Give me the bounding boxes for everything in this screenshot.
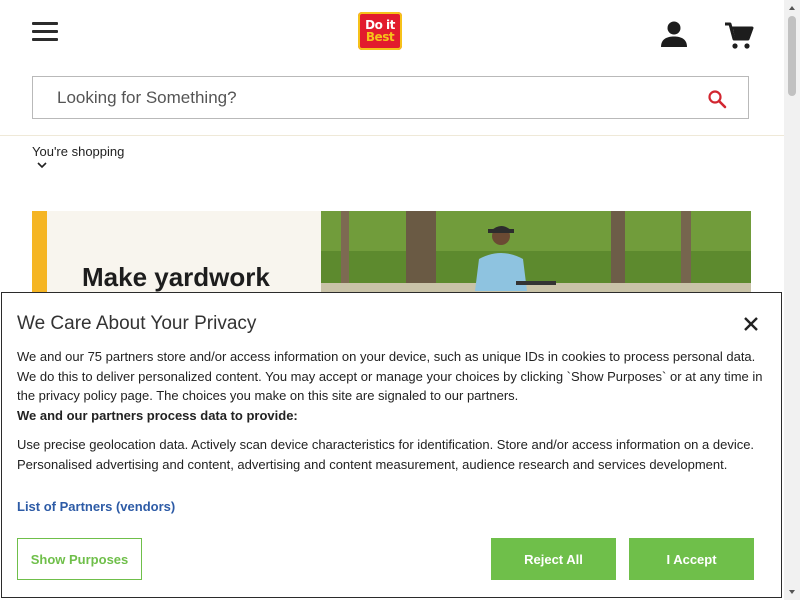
hero-photo-illustration [321,211,751,301]
cart-icon[interactable] [724,22,754,50]
show-purposes-button[interactable]: Show Purposes [17,538,142,580]
accept-button[interactable]: I Accept [629,538,754,580]
header-divider [0,135,784,136]
partners-list-link[interactable]: List of Partners (vendors) [17,499,175,514]
logo-line-2: Best [365,30,395,44]
hero-title: Make yardwork [82,262,270,292]
user-icon[interactable] [660,20,688,48]
scroll-up-arrow-icon[interactable] [788,4,796,12]
page: Do it Best You're shopping Make yardwork [0,0,784,600]
scrollbar-thumb[interactable] [788,16,796,96]
privacy-subheading: We and our partners process data to prov… [17,408,298,423]
page-scrollbar[interactable] [784,0,800,600]
scroll-down-arrow-icon[interactable] [788,588,796,596]
search-box [32,76,749,119]
search-input[interactable] [57,87,677,109]
close-icon[interactable] [743,316,759,332]
store-selector-label[interactable]: You're shopping [32,144,124,159]
search-icon[interactable] [707,89,727,109]
privacy-consent-dialog: We Care About Your Privacy We and our 75… [1,292,782,598]
chevron-down-icon[interactable] [36,160,48,170]
reject-all-button[interactable]: Reject All [491,538,616,580]
hero-image[interactable] [321,211,751,301]
privacy-title: We Care About Your Privacy [17,313,257,334]
privacy-purposes-text: Use precise geolocation data. Actively s… [17,437,755,472]
privacy-intro-text: We and our 75 partners store and/or acce… [17,349,763,403]
doitbest-logo[interactable]: Do it Best [358,12,402,50]
hero-accent-bar [32,211,47,301]
hamburger-menu-icon[interactable] [32,22,58,42]
